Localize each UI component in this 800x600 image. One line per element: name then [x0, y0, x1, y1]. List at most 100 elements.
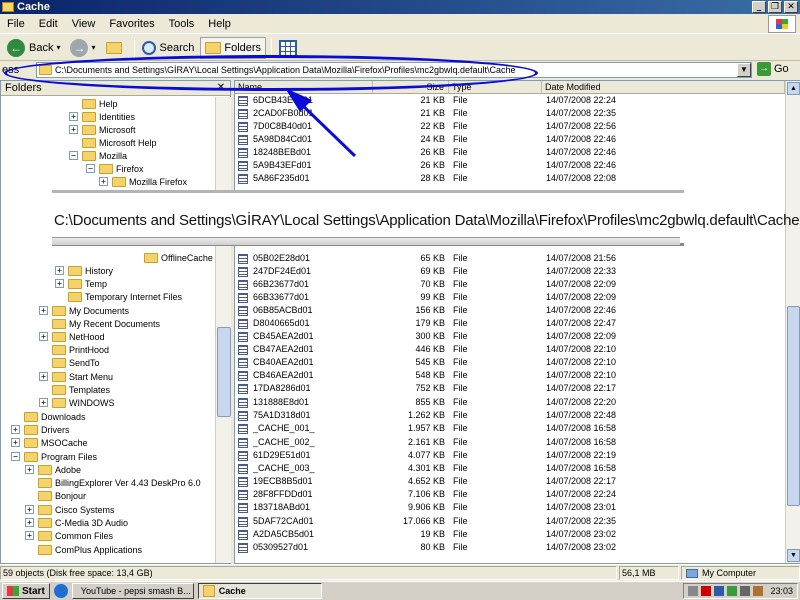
- address-dropdown-button[interactable]: ▼: [737, 63, 751, 77]
- maximize-button[interactable]: ❐: [768, 1, 782, 13]
- tree-node[interactable]: − Program Files: [11, 450, 97, 463]
- menu-help[interactable]: Help: [201, 18, 238, 30]
- table-row[interactable]: 06B85ACBd01 156 KB File 14/07/2008 22:46: [235, 304, 785, 317]
- table-row[interactable]: 75A1D318d01 1.262 KB File 14/07/2008 22:48: [235, 409, 785, 422]
- minimize-button[interactable]: _: [752, 1, 766, 13]
- table-row[interactable]: 247DF24Ed01 69 KB File 14/07/2008 22:33: [235, 265, 785, 278]
- expand-toggle-icon[interactable]: −: [11, 452, 20, 461]
- tree-node[interactable]: + WINDOWS: [39, 396, 115, 409]
- shield-icon[interactable]: [727, 586, 738, 596]
- tree-node[interactable]: SendTo: [39, 356, 100, 369]
- tree-node[interactable]: Help: [69, 97, 118, 110]
- file-list-scrollbar[interactable]: ▲ ▼: [785, 81, 800, 563]
- table-row[interactable]: 6DCB43E5d01 21 KB File 14/07/2008 22:24: [235, 94, 785, 107]
- table-row[interactable]: 131888E8d01 855 KB File 14/07/2008 22:20: [235, 396, 785, 409]
- table-row[interactable]: 19ECB8B5d01 4.652 KB File 14/07/2008 22:17: [235, 475, 785, 488]
- task-youtube[interactable]: YouTube - pepsi smash B...: [71, 583, 194, 599]
- expand-toggle-icon[interactable]: +: [25, 518, 34, 527]
- table-row[interactable]: _CACHE_002_ 2.161 KB File 14/07/2008 16:58: [235, 436, 785, 449]
- table-row[interactable]: 5A98D84Cd01 24 KB File 14/07/2008 22:46: [235, 133, 785, 146]
- expand-toggle-icon[interactable]: −: [86, 164, 95, 173]
- tree-node[interactable]: Microsoft Help: [69, 136, 157, 149]
- column-header-date[interactable]: Date Modified: [542, 81, 785, 94]
- table-row[interactable]: 61D29E51d01 4.077 KB File 14/07/2008 22:19: [235, 449, 785, 462]
- expand-toggle-icon[interactable]: +: [55, 266, 64, 275]
- table-row[interactable]: _CACHE_003_ 4.301 KB File 14/07/2008 16:58: [235, 462, 785, 475]
- table-row[interactable]: D8040665d01 179 KB File 14/07/2008 22:47: [235, 317, 785, 330]
- table-row[interactable]: 5A9B43EFd01 26 KB File 14/07/2008 22:46: [235, 159, 785, 172]
- tree-node[interactable]: + Common Files: [25, 529, 113, 542]
- table-row[interactable]: _CACHE_001_ 1.957 KB File 14/07/2008 16:58: [235, 422, 785, 435]
- table-row[interactable]: A2DA5CB5d01 19 KB File 14/07/2008 23:02: [235, 528, 785, 541]
- task-cache[interactable]: Cache: [197, 583, 322, 599]
- table-row[interactable]: CB47AEA2d01 446 KB File 14/07/2008 22:10: [235, 343, 785, 356]
- forward-button[interactable]: → ▾: [66, 37, 99, 59]
- tree-node[interactable]: + My Documents: [39, 304, 129, 317]
- table-row[interactable]: 17DA8286d01 752 KB File 14/07/2008 22:17: [235, 382, 785, 395]
- scrollbar-thumb[interactable]: [217, 327, 231, 417]
- expand-toggle-icon[interactable]: +: [25, 465, 34, 474]
- expand-toggle-icon[interactable]: −: [69, 151, 78, 160]
- tree-node[interactable]: + Identities: [69, 110, 135, 123]
- expand-toggle-icon[interactable]: +: [11, 438, 20, 447]
- menu-edit[interactable]: Edit: [32, 18, 65, 30]
- scroll-up-icon[interactable]: ▲: [787, 82, 800, 95]
- search-button[interactable]: Search: [138, 37, 199, 59]
- table-row[interactable]: 28F8FFDDd01 7.106 KB File 14/07/2008 22:24: [235, 488, 785, 501]
- tree-node[interactable]: ComPlus Applications: [25, 543, 142, 556]
- tree-node[interactable]: + Temp: [55, 277, 107, 290]
- start-button[interactable]: Start: [2, 583, 50, 599]
- up-button[interactable]: [102, 37, 129, 59]
- scroll-down-icon[interactable]: ▼: [787, 549, 800, 562]
- expand-toggle-icon[interactable]: +: [39, 398, 48, 407]
- tree-node[interactable]: + MSOCache: [11, 436, 88, 449]
- expand-toggle-icon[interactable]: +: [39, 332, 48, 341]
- expand-toggle-icon[interactable]: +: [69, 112, 78, 121]
- tree-node[interactable]: + Start Menu: [39, 370, 113, 383]
- network-icon[interactable]: [714, 586, 725, 596]
- messenger-icon[interactable]: [753, 586, 764, 596]
- table-row[interactable]: 05B02E28d01 65 KB File 14/07/2008 21:56: [235, 252, 785, 265]
- ie-quicklaunch-icon[interactable]: [53, 584, 68, 598]
- tree-node[interactable]: + Adobe: [25, 463, 81, 476]
- tree-node[interactable]: + Mozilla Firefox: [99, 175, 187, 188]
- table-row[interactable]: 05309527d01 80 KB File 14/07/2008 23:02: [235, 541, 785, 554]
- go-button[interactable]: → Go: [757, 62, 789, 76]
- expand-toggle-icon[interactable]: +: [11, 425, 20, 434]
- tree-node[interactable]: PrintHood: [39, 343, 109, 356]
- table-row[interactable]: 18248BEBd01 26 KB File 14/07/2008 22:46: [235, 146, 785, 159]
- views-button[interactable]: [275, 37, 301, 59]
- tree-node[interactable]: + History: [55, 264, 113, 277]
- tree-node[interactable]: + NetHood: [39, 330, 105, 343]
- table-row[interactable]: 2CAD0FB0d01 21 KB File 14/07/2008 22:35: [235, 107, 785, 120]
- table-row[interactable]: 7D0C8B40d01 22 KB File 14/07/2008 22:56: [235, 120, 785, 133]
- back-button[interactable]: ← Back ▾: [3, 37, 64, 59]
- expand-toggle-icon[interactable]: +: [25, 505, 34, 514]
- tree-node[interactable]: OfflineCache: [131, 251, 213, 264]
- table-row[interactable]: 66B23677d01 70 KB File 14/07/2008 22:09: [235, 278, 785, 291]
- menu-favorites[interactable]: Favorites: [102, 18, 161, 30]
- address-input[interactable]: C:\Documents and Settings\GİRAY\Local Se…: [36, 62, 752, 78]
- table-row[interactable]: CB46AEA2d01 548 KB File 14/07/2008 22:10: [235, 369, 785, 382]
- folders-button[interactable]: Folders: [200, 36, 267, 59]
- tree-node[interactable]: Downloads: [11, 410, 86, 423]
- tree-node[interactable]: Templates: [39, 383, 110, 396]
- column-header-name[interactable]: Name: [235, 81, 373, 94]
- tree-node[interactable]: + Cisco Systems: [25, 503, 115, 516]
- table-row[interactable]: 5DAF72CAd01 17.066 KB File 14/07/2008 22:35: [235, 515, 785, 528]
- expand-toggle-icon[interactable]: +: [39, 372, 48, 381]
- tree-node[interactable]: Temporary Internet Files: [55, 290, 182, 303]
- tree-node[interactable]: − Firefox: [86, 162, 144, 175]
- table-row[interactable]: 5A86F235d01 28 KB File 14/07/2008 22:08: [235, 172, 785, 185]
- close-button[interactable]: ✕: [784, 1, 798, 13]
- tree-node[interactable]: + C-Media 3D Audio: [25, 516, 128, 529]
- scrollbar-thumb[interactable]: [787, 306, 800, 506]
- tree-node[interactable]: + Drivers: [11, 423, 70, 436]
- menu-view[interactable]: View: [65, 18, 103, 30]
- expand-toggle-icon[interactable]: +: [69, 125, 78, 134]
- expand-toggle-icon[interactable]: +: [99, 177, 108, 186]
- expand-toggle-icon[interactable]: +: [25, 531, 34, 540]
- close-icon[interactable]: ✕: [215, 82, 227, 94]
- volume-icon[interactable]: [740, 586, 751, 596]
- tree-node[interactable]: − Mozilla: [69, 149, 127, 162]
